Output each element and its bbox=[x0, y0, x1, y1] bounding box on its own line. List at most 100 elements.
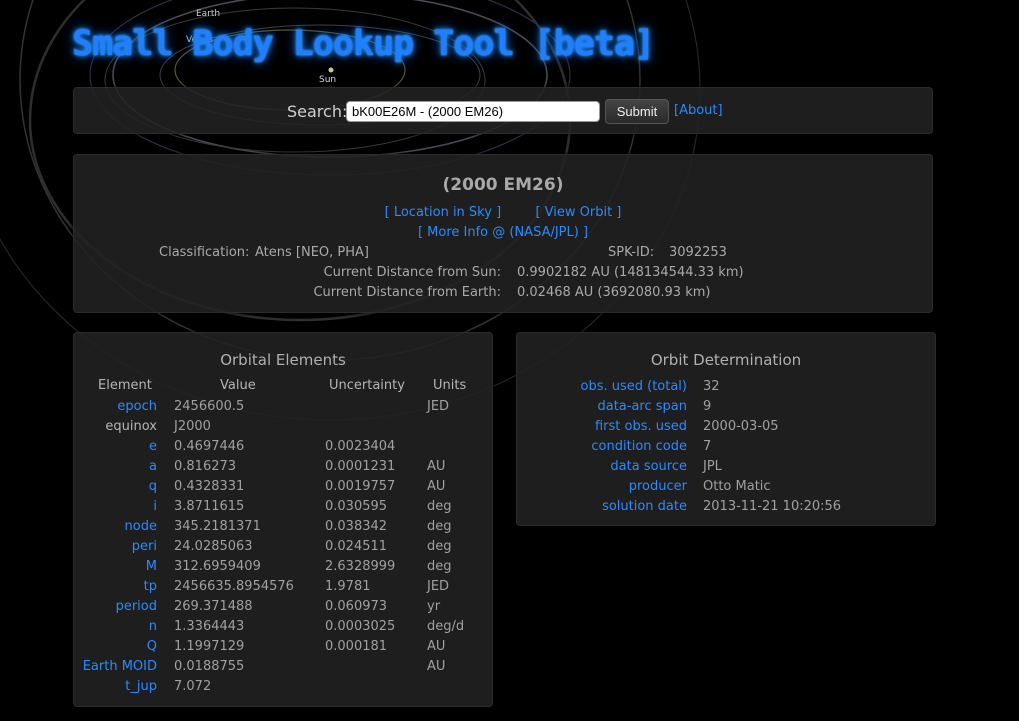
element-name-link[interactable]: epoch bbox=[117, 399, 157, 414]
element-name-link[interactable]: n bbox=[149, 619, 157, 634]
element-uncertainty: 0.038342 bbox=[325, 519, 388, 534]
column-header-units: Units bbox=[433, 378, 467, 393]
orbital-elements-title: Orbital Elements bbox=[220, 351, 346, 369]
od-field-link[interactable]: condition code bbox=[591, 439, 687, 454]
search-input[interactable] bbox=[346, 101, 600, 122]
element-value: 1.1997129 bbox=[174, 639, 245, 654]
element-value: 1.3364443 bbox=[174, 619, 245, 634]
object-name: (2000 EM26) bbox=[442, 175, 564, 195]
element-units: AU bbox=[427, 639, 446, 654]
element-name-link[interactable]: a bbox=[149, 459, 157, 474]
od-field-value: 7 bbox=[703, 439, 712, 454]
list-item: condition code 7 bbox=[517, 439, 935, 459]
element-uncertainty: 0.000181 bbox=[325, 639, 388, 654]
table-row: equinox J2000 bbox=[74, 419, 492, 439]
orbit-determination-title: Orbit Determination bbox=[650, 351, 802, 369]
element-name-link[interactable]: node bbox=[125, 519, 157, 534]
element-value: 0.4328331 bbox=[174, 479, 245, 494]
element-name-link[interactable]: Earth MOID bbox=[83, 659, 157, 674]
od-field-link[interactable]: solution date bbox=[602, 499, 687, 514]
about-link[interactable]: [About] bbox=[674, 103, 723, 118]
od-field-value: 2000-03-05 bbox=[703, 419, 779, 434]
element-units: JED bbox=[427, 399, 450, 414]
column-header-value: Value bbox=[220, 378, 256, 393]
link-row-top: [ Location in Sky ] [ View Orbit ] bbox=[74, 205, 932, 220]
spk-id-label: SPK-ID: bbox=[608, 245, 655, 260]
orbital-elements-panel: Orbital Elements Element Value Uncertain… bbox=[73, 332, 493, 707]
column-header-element: Element bbox=[98, 378, 152, 393]
table-row: tp 2456635.8954576 1.9781 JED bbox=[74, 579, 492, 599]
element-value: 7.072 bbox=[174, 679, 212, 694]
od-field-link[interactable]: data source bbox=[610, 459, 687, 474]
table-row: Q 1.1997129 0.000181 AU bbox=[74, 639, 492, 659]
table-row: peri 24.0285063 0.024511 deg bbox=[74, 539, 492, 559]
element-uncertainty: 1.9781 bbox=[325, 579, 371, 594]
element-uncertainty: 0.060973 bbox=[325, 599, 388, 614]
view-orbit-link[interactable]: [ View Orbit ] bbox=[535, 205, 621, 220]
table-row: n 1.3364443 0.0003025 deg/d bbox=[74, 619, 492, 639]
od-field-link[interactable]: data-arc span bbox=[597, 399, 687, 414]
page-title: Small Body Lookup Tool [beta] bbox=[72, 24, 655, 64]
object-summary-panel: (2000 EM26) [ Location in Sky ] [ View O… bbox=[73, 154, 933, 313]
element-name-link[interactable]: t_jup bbox=[125, 679, 157, 694]
element-value: 3.8711615 bbox=[174, 499, 245, 514]
element-units: AU bbox=[427, 479, 446, 494]
element-value: 2456635.8954576 bbox=[174, 579, 294, 594]
element-name-link[interactable]: q bbox=[149, 479, 157, 494]
element-units: deg bbox=[427, 519, 452, 534]
element-value: 312.6959409 bbox=[174, 559, 261, 574]
table-row: M 312.6959409 2.6328999 deg bbox=[74, 559, 492, 579]
element-uncertainty: 2.6328999 bbox=[325, 559, 396, 574]
element-units: deg bbox=[427, 539, 452, 554]
table-row: e 0.4697446 0.0023404 bbox=[74, 439, 492, 459]
list-item: obs. used (total) 32 bbox=[517, 379, 935, 399]
element-value: 24.0285063 bbox=[174, 539, 253, 554]
od-field-value: 2013-11-21 10:20:56 bbox=[703, 499, 842, 514]
table-row: a 0.816273 0.0001231 AU bbox=[74, 459, 492, 479]
element-value: 0.4697446 bbox=[174, 439, 245, 454]
element-name-link[interactable]: e bbox=[149, 439, 157, 454]
element-uncertainty: 0.024511 bbox=[325, 539, 388, 554]
more-info-link[interactable]: [ More Info @ (NASA/JPL) ] bbox=[418, 225, 588, 240]
od-field-value: Otto Matic bbox=[703, 479, 771, 494]
od-field-link[interactable]: first obs. used bbox=[595, 419, 687, 434]
element-value: 0.0188755 bbox=[174, 659, 245, 674]
classification-label: Classification: bbox=[159, 245, 250, 260]
table-row: node 345.2181371 0.038342 deg bbox=[74, 519, 492, 539]
table-row: epoch 2456600.5 JED bbox=[74, 399, 492, 419]
element-uncertainty: 0.0023404 bbox=[325, 439, 396, 454]
element-name-link[interactable]: Q bbox=[147, 639, 157, 654]
table-row: q 0.4328331 0.0019757 AU bbox=[74, 479, 492, 499]
element-name-link[interactable]: period bbox=[116, 599, 157, 614]
element-units: JED bbox=[427, 579, 450, 594]
location-in-sky-link[interactable]: [ Location in Sky ] bbox=[385, 205, 502, 220]
element-value: 0.816273 bbox=[174, 459, 237, 474]
element-units: deg bbox=[427, 559, 452, 574]
od-field-link[interactable]: producer bbox=[629, 479, 687, 494]
list-item: data-arc span 9 bbox=[517, 399, 935, 419]
element-name-link[interactable]: tp bbox=[144, 579, 157, 594]
element-name-link[interactable]: peri bbox=[132, 539, 157, 554]
element-name-link[interactable]: i bbox=[153, 499, 157, 514]
search-panel: Search: Submit [About] bbox=[73, 87, 933, 134]
distance-sun-value: 0.9902182 AU (148134544.33 km) bbox=[517, 265, 744, 280]
element-name-link[interactable]: M bbox=[146, 559, 157, 574]
list-item: first obs. used 2000-03-05 bbox=[517, 419, 935, 439]
table-row: t_jup 7.072 bbox=[74, 679, 492, 699]
element-value: 269.371488 bbox=[174, 599, 253, 614]
search-label: Search: bbox=[287, 102, 348, 121]
element-value: 2456600.5 bbox=[174, 399, 245, 414]
submit-button[interactable]: Submit bbox=[605, 99, 669, 124]
element-units: deg bbox=[427, 499, 452, 514]
table-row: period 269.371488 0.060973 yr bbox=[74, 599, 492, 619]
od-field-link[interactable]: obs. used (total) bbox=[580, 379, 687, 394]
list-item: data source JPL bbox=[517, 459, 935, 479]
element-name: equinox bbox=[105, 419, 157, 434]
element-units: yr bbox=[427, 599, 441, 614]
od-field-value: JPL bbox=[703, 459, 722, 474]
element-uncertainty: 0.0019757 bbox=[325, 479, 396, 494]
distance-sun-label: Current Distance from Sun: bbox=[323, 265, 501, 280]
element-value: 345.2181371 bbox=[174, 519, 261, 534]
element-units: deg/d bbox=[427, 619, 465, 634]
element-value: J2000 bbox=[174, 419, 211, 434]
